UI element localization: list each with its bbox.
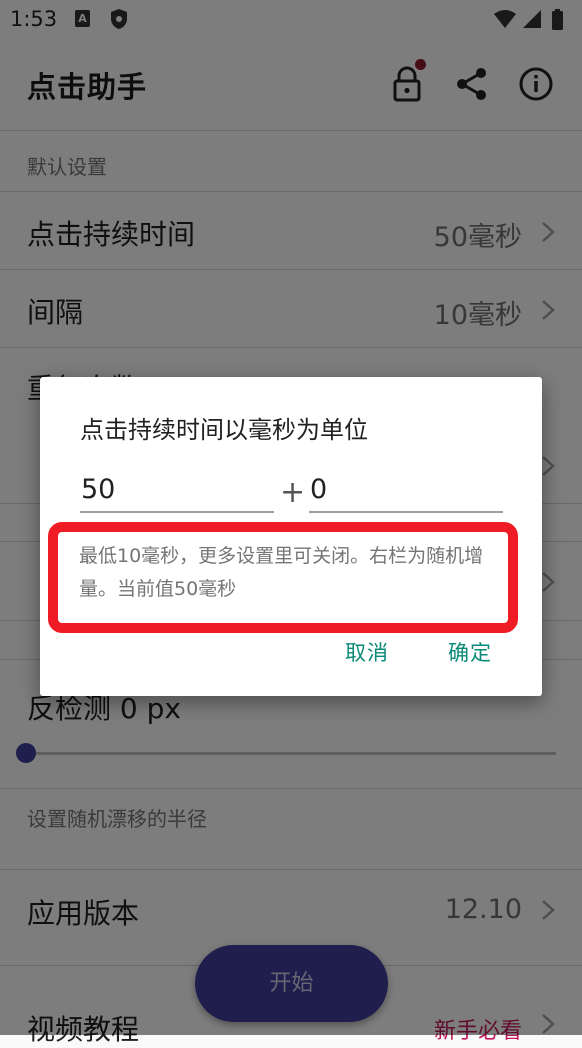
confirm-button[interactable]: 确定 bbox=[448, 637, 492, 667]
dialog-title: 点击持续时间以毫秒为单位 bbox=[80, 416, 368, 444]
plus-sign: + bbox=[280, 475, 306, 510]
random-increment-input[interactable]: 0 bbox=[309, 467, 503, 513]
duration-input[interactable]: 50 bbox=[80, 467, 274, 513]
cancel-button[interactable]: 取消 bbox=[345, 637, 389, 667]
dialog-hint-text: 最低10毫秒，更多设置里可关闭。右栏为随机增量。当前值50毫秒 bbox=[67, 540, 497, 617]
duration-dialog: 点击持续时间以毫秒为单位 50 + 0 最低10毫秒，更多设置里可关闭。右栏为随… bbox=[40, 377, 542, 696]
